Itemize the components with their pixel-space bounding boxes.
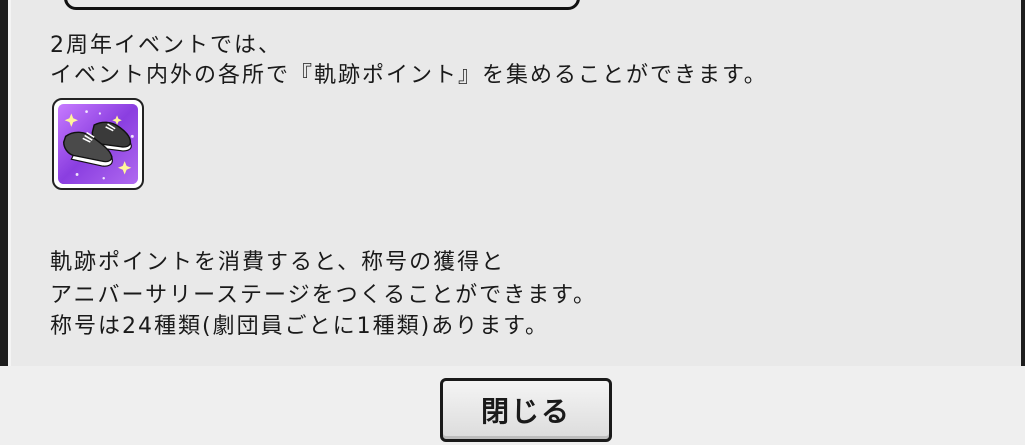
description-line-1: 2周年イベントでは、 [50, 33, 282, 58]
description-line-2: イベント内外の各所で『軌跡ポイント』を集めることができます。 [50, 63, 768, 88]
frame-border-left [0, 0, 8, 366]
sneakers-icon [52, 98, 144, 190]
dialog-content: 2周年イベントでは、 イベント内外の各所で『軌跡ポイント』を集めることができます… [26, 0, 1020, 366]
dialog-screen: 2周年イベントでは、 イベント内外の各所で『軌跡ポイント』を集めることができます… [0, 0, 1025, 445]
header-box-edge [64, 0, 580, 10]
frame-border-right [1021, 0, 1025, 366]
description-line-3: 軌跡ポイントを消費すると、称号の獲得と [50, 250, 506, 275]
close-button[interactable]: 閉じる [440, 378, 612, 442]
description-line-5: 称号は24種類(劇団員ごとに1種類)あります。 [50, 314, 549, 339]
description-line-4: アニバーサリーステージをつくることができます。 [50, 283, 597, 308]
frame-border-left-inner [8, 0, 11, 366]
